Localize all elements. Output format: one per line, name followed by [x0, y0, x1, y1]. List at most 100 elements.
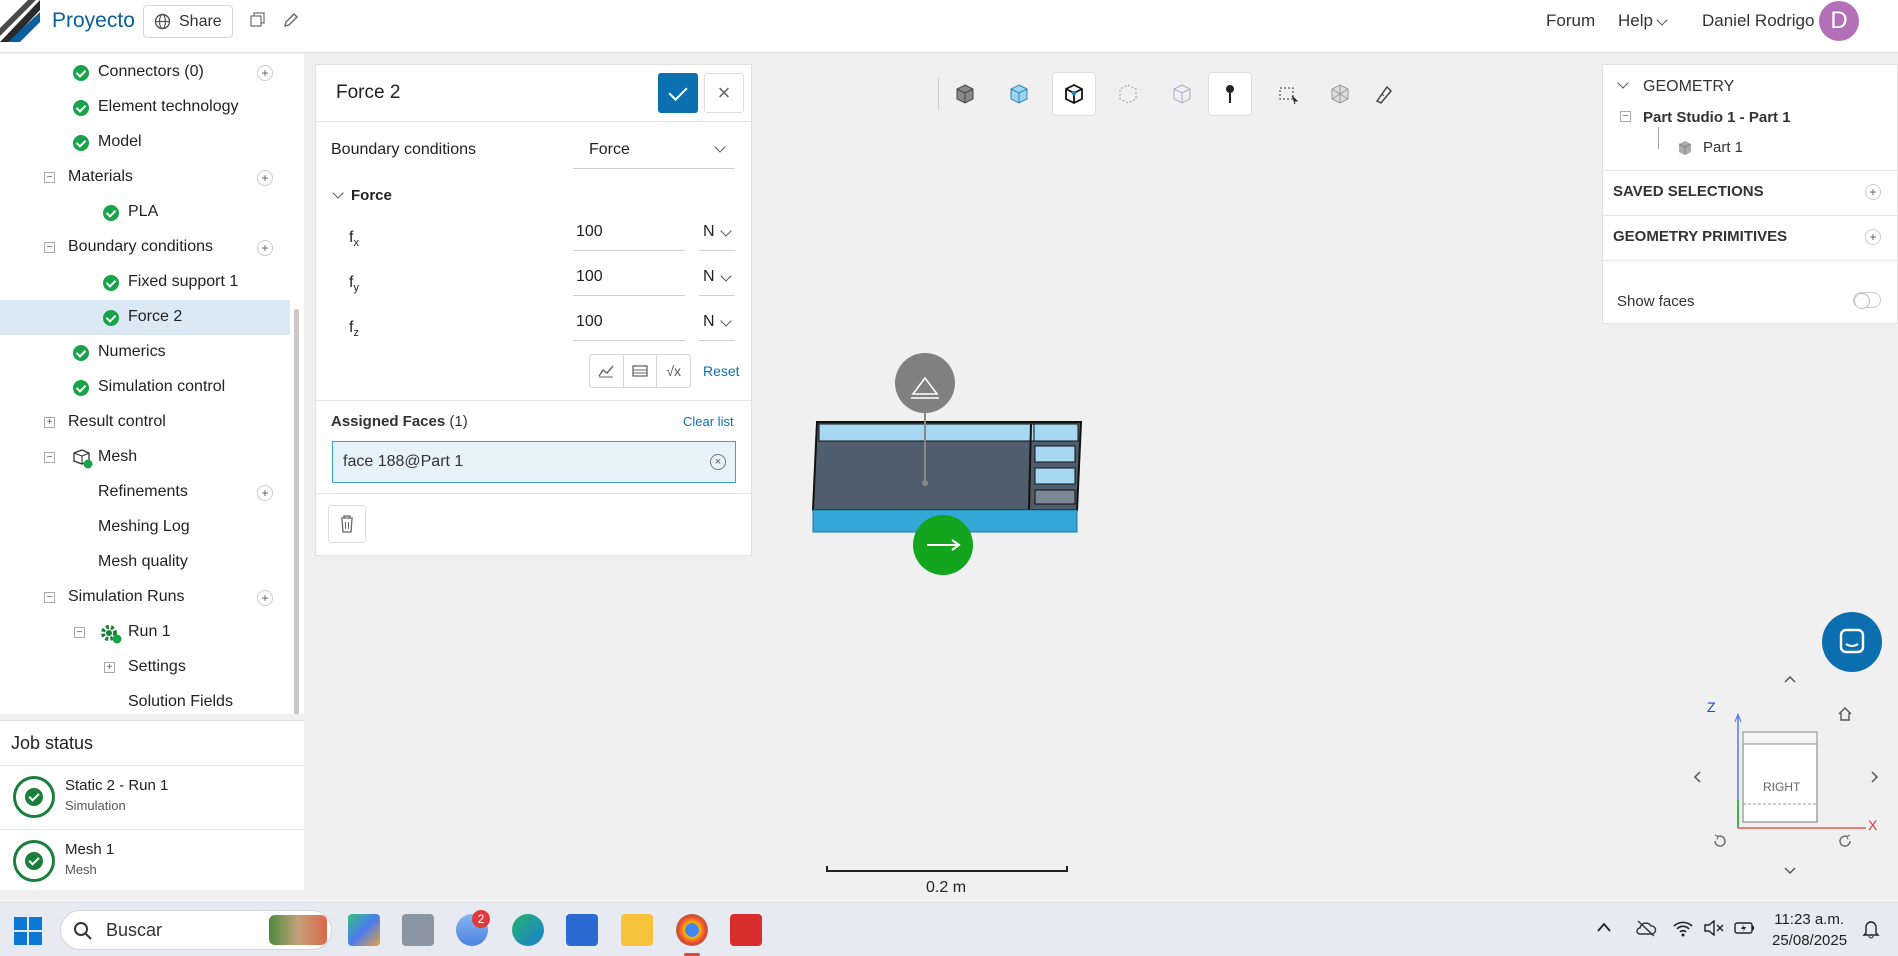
tree-item-materials[interactable]: − Materials +: [0, 160, 290, 195]
store-icon[interactable]: [566, 914, 598, 946]
mesh-view-icon[interactable]: [1318, 72, 1362, 116]
edge-icon[interactable]: [512, 914, 544, 946]
graph-icon[interactable]: [590, 355, 624, 387]
copy-icon[interactable]: [249, 11, 269, 31]
job-item[interactable]: Mesh 1 Mesh: [0, 829, 304, 893]
assigned-face-chip[interactable]: face 188@Part 1 ×: [332, 441, 736, 483]
expand-icon[interactable]: +: [44, 417, 55, 428]
reset-link[interactable]: Reset: [703, 363, 740, 379]
collapse-icon[interactable]: −: [44, 242, 55, 253]
table-icon[interactable]: [624, 355, 658, 387]
collapse-icon[interactable]: −: [44, 172, 55, 183]
job-item[interactable]: Static 2 - Run 1 Simulation: [0, 765, 304, 829]
wifi-icon[interactable]: [1672, 919, 1694, 937]
chevron-down-icon[interactable]: [1617, 77, 1629, 89]
saved-selections-heading[interactable]: SAVED SELECTIONS: [1613, 183, 1764, 200]
chrome-icon[interactable]: [676, 914, 708, 946]
add-icon[interactable]: +: [257, 240, 273, 256]
tree-item-refinements[interactable]: Refinements +: [0, 475, 290, 510]
point-select-icon[interactable]: [1208, 72, 1252, 116]
tree-item-element-technology[interactable]: Element technology: [0, 90, 290, 125]
points-view-icon[interactable]: [1106, 72, 1150, 116]
tree-item-solution-fields[interactable]: Solution Fields: [0, 685, 290, 714]
measure-icon[interactable]: [1362, 72, 1406, 116]
volume-muted-icon[interactable]: [1703, 919, 1725, 937]
remove-icon[interactable]: ×: [710, 454, 726, 470]
rotate-ccw-icon[interactable]: [1711, 832, 1729, 850]
show-faces-toggle[interactable]: [1853, 292, 1881, 309]
tree-item-fixed-support[interactable]: Fixed support 1: [0, 265, 290, 300]
app-name[interactable]: Proyecto: [52, 9, 135, 33]
formula-icon[interactable]: √x: [657, 355, 690, 387]
tree-item-boundary-conditions[interactable]: − Boundary conditions +: [0, 230, 290, 265]
system-clock[interactable]: 11:23 a.m. 25/08/2025: [1772, 909, 1847, 951]
task-view-icon[interactable]: [402, 914, 434, 946]
view-cube-face-label[interactable]: RIGHT: [1763, 780, 1800, 794]
app-logo[interactable]: [0, 0, 40, 42]
box-select-icon[interactable]: [1266, 72, 1310, 116]
user-name[interactable]: Daniel Rodrigo: [1702, 11, 1814, 31]
geometry-primitives-heading[interactable]: GEOMETRY PRIMITIVES: [1613, 228, 1787, 245]
tree-item-mesh-quality[interactable]: Mesh quality: [0, 545, 290, 580]
collapse-icon[interactable]: −: [44, 452, 55, 463]
add-icon[interactable]: +: [257, 170, 273, 186]
avatar[interactable]: D: [1819, 1, 1859, 41]
windows-start-icon[interactable]: [14, 917, 42, 945]
tree-item-run[interactable]: − Run 1: [0, 615, 290, 650]
tree-item-connectors[interactable]: Connectors (0) +: [0, 55, 290, 90]
fx-input[interactable]: 100: [573, 215, 685, 251]
expand-icon[interactable]: +: [104, 662, 115, 673]
chevron-down-icon[interactable]: [1656, 14, 1668, 26]
tree-item-simulation-control[interactable]: Simulation control: [0, 370, 290, 405]
collapse-icon[interactable]: −: [1620, 111, 1631, 122]
notifications-icon[interactable]: [1862, 919, 1880, 939]
model-viewport[interactable]: [805, 350, 1085, 580]
tree-item-meshing-log[interactable]: Meshing Log: [0, 510, 290, 545]
tree-item-pla[interactable]: PLA: [0, 195, 290, 230]
tray-chevron-up-icon[interactable]: [1596, 921, 1612, 933]
fy-input[interactable]: 100: [573, 260, 685, 296]
force-section-label[interactable]: Force: [351, 187, 392, 204]
bc-type-select[interactable]: Force: [573, 131, 735, 169]
confirm-button[interactable]: [658, 73, 698, 113]
tree-item-mesh[interactable]: − Mesh: [0, 440, 290, 475]
add-icon[interactable]: +: [257, 590, 273, 606]
battery-icon[interactable]: [1733, 919, 1757, 937]
ghost-view-icon[interactable]: [1160, 72, 1204, 116]
copilot-icon[interactable]: [348, 914, 380, 946]
fz-input[interactable]: 100: [573, 305, 685, 341]
add-icon[interactable]: +: [257, 65, 273, 81]
fy-unit-select[interactable]: N: [699, 260, 735, 296]
rotate-cw-icon[interactable]: [1836, 832, 1854, 850]
help-menu[interactable]: Help: [1618, 11, 1653, 31]
tree-scrollbar[interactable]: [294, 309, 299, 714]
taskbar-search[interactable]: Buscar: [60, 910, 332, 950]
part-item[interactable]: Part 1: [1703, 139, 1743, 156]
acrobat-icon[interactable]: [730, 914, 762, 946]
collapse-icon[interactable]: −: [44, 592, 55, 603]
forum-link[interactable]: Forum: [1546, 11, 1595, 31]
tree-item-settings[interactable]: + Settings: [0, 650, 290, 685]
add-icon[interactable]: +: [257, 485, 273, 501]
fx-unit-select[interactable]: N: [699, 215, 735, 251]
add-icon[interactable]: +: [1865, 184, 1881, 200]
share-button[interactable]: Share: [143, 5, 233, 38]
geometry-heading[interactable]: GEOMETRY: [1643, 78, 1734, 96]
tree-item-result-control[interactable]: + Result control: [0, 405, 290, 440]
edit-icon[interactable]: [282, 11, 302, 31]
chat-button[interactable]: [1822, 612, 1882, 672]
close-button[interactable]: ×: [704, 73, 744, 113]
delete-button[interactable]: [328, 505, 366, 543]
solid-view-icon[interactable]: [943, 72, 987, 116]
chevron-down-icon[interactable]: [332, 187, 344, 199]
cloud-offline-icon[interactable]: [1635, 919, 1657, 937]
tree-item-force[interactable]: Force 2: [0, 300, 290, 335]
add-icon[interactable]: +: [1865, 229, 1881, 245]
collapse-icon[interactable]: −: [74, 627, 85, 638]
edges-view-icon[interactable]: [1052, 72, 1096, 116]
tree-item-numerics[interactable]: Numerics: [0, 335, 290, 370]
file-explorer-icon[interactable]: [621, 914, 653, 946]
clear-list-link[interactable]: Clear list: [683, 414, 734, 429]
tree-item-simulation-runs[interactable]: − Simulation Runs +: [0, 580, 290, 615]
tree-item-model[interactable]: Model: [0, 125, 290, 160]
